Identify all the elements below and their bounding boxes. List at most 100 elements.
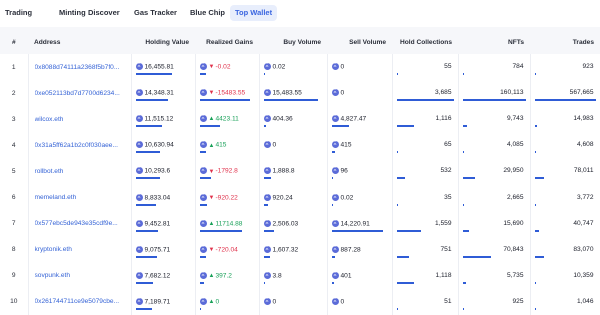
arrow-up-icon: ▲ (208, 220, 215, 227)
col-realized-gains[interactable]: Realized Gains (195, 31, 259, 54)
table-row[interactable]: 1 0x8088d74111a2368f5b7f0... Ξ 16,455.81 Ξ ▼-… (0, 54, 600, 81)
realized-gain: Ξ ▲415 (199, 141, 227, 149)
wallet-address-link[interactable]: wilcox.eth (35, 116, 127, 123)
row-index: 5 (0, 158, 29, 185)
sell-volume: Ξ0 (331, 297, 345, 306)
table-row[interactable]: 9 sovpunk.eth Ξ 7,682.12 Ξ ▲397.2 Ξ 3.8 Ξ 401 1,11… (0, 262, 600, 289)
buy-volume: Ξ0 (263, 297, 277, 306)
arrow-up-icon: ▲ (208, 116, 215, 123)
nfts-count: 5,735 (506, 271, 524, 279)
hold-collections: 35 (444, 193, 452, 201)
buy-volume: Ξ 15,483.55 (263, 89, 302, 97)
tab-discover[interactable]: Discover (83, 5, 125, 21)
wallet-address-link[interactable]: kryptonik.eth (35, 246, 127, 253)
arrow-up-icon: ▲ (208, 299, 215, 306)
hold-collections: 1,116 (435, 115, 452, 123)
nfts-count: 4,085 (506, 141, 524, 149)
buy-bar (263, 125, 266, 128)
col-trades[interactable]: Trades (530, 31, 600, 54)
table-row[interactable]: 2 0xe052113bd7d7700d6234... Ξ 14,348.31 Ξ ▼-1… (0, 80, 600, 107)
table-row[interactable]: 8 kryptonik.eth Ξ 9,075.71 Ξ ▼-720.04 Ξ 1,607.3… (0, 236, 600, 263)
table-row[interactable]: 3 wilcox.eth Ξ 11,515.12 Ξ ▲4423.11 Ξ 404.36 Ξ 4,… (0, 106, 600, 133)
col-holding-value[interactable]: Holding Value (131, 31, 195, 54)
nfts-bar (462, 229, 469, 232)
wallet-address-link[interactable]: 0x8088d74111a2368f5b7f0... (35, 64, 127, 71)
hold-collections: 3,685 (434, 89, 452, 97)
wallet-address-link[interactable]: 0x31a5ff62a1b2c0f030aee... (35, 142, 127, 149)
tab-top-wallet[interactable]: Top Wallet (230, 5, 278, 21)
hold-bar (396, 203, 398, 206)
hold-bar (396, 229, 421, 232)
eth-icon: Ξ (199, 115, 207, 123)
sell-volume: Ξ 0.02 (331, 193, 354, 201)
realized-gain: Ξ ▲0 (199, 297, 220, 306)
trades-count: 83,070 (573, 245, 594, 253)
col-buy-volume[interactable]: Buy Volume (259, 31, 327, 54)
trades-count: 3,772 (576, 193, 594, 201)
trades-bar (534, 229, 539, 232)
nfts-count: 15,690 (503, 219, 524, 227)
hold-collections: 65 (444, 141, 452, 149)
buy-volume: Ξ 3.8 (263, 271, 282, 280)
eth-icon: Ξ (263, 141, 271, 149)
tab-gas-tracker[interactable]: Gas Tracker (129, 5, 182, 21)
hold-bar (396, 255, 409, 258)
buy-bar (263, 203, 268, 206)
eth-icon: Ξ (331, 193, 339, 201)
nfts-count: 160,113 (500, 89, 524, 97)
table-row[interactable]: 6 memeland.eth Ξ 8,833.04 Ξ ▼-920.22 Ξ 920.24 Ξ 0… (0, 184, 600, 211)
hold-bar (396, 99, 454, 102)
wallet-address-link[interactable]: memeland.eth (35, 194, 127, 201)
sell-volume: Ξ 4,827.47 (331, 115, 367, 123)
row-index: 8 (0, 236, 29, 263)
nfts-count: 9,743 (506, 115, 524, 123)
col-nfts[interactable]: NFTs (458, 31, 530, 54)
table-row[interactable]: 7 0x577ebc5de943e35cdf9e... Ξ 9,452.81 Ξ ▲117… (0, 210, 600, 237)
col-sell-volume[interactable]: Sell Volume (327, 31, 392, 54)
trades-bar (534, 281, 536, 284)
sell-bar (331, 229, 383, 232)
eth-icon: Ξ (331, 89, 339, 97)
col-index: # (12, 39, 16, 46)
wallet-address-link[interactable]: rollbot.eth (35, 168, 127, 175)
col-hold-collections[interactable]: Hold Collections (392, 31, 458, 54)
tab-trading[interactable]: Trading (0, 5, 37, 21)
nfts-bar (462, 73, 464, 76)
wallet-address-link[interactable]: 0x577ebc5de943e35cdf9e... (35, 220, 127, 227)
sell-volume: Ξ 96 (331, 167, 348, 175)
wallet-address-link[interactable]: 0x261744711ce9e5079cbe... (35, 298, 127, 305)
eth-icon: Ξ (263, 297, 271, 305)
holding-value: Ξ 7,682.12 (135, 271, 171, 280)
arrow-down-icon: ▼ (208, 90, 215, 97)
holding-bar (135, 73, 172, 76)
sell-volume: Ξ 14,220.91 (331, 219, 370, 227)
eth-icon: Ξ (263, 219, 271, 227)
sell-volume: Ξ 401 (331, 271, 352, 280)
realized-gain: Ξ ▼-720.04 (199, 245, 238, 253)
trades-bar (534, 99, 596, 102)
eth-icon: Ξ (199, 271, 207, 279)
col-address[interactable]: Address (28, 31, 131, 54)
eth-icon: Ξ (263, 271, 271, 279)
holding-bar (135, 151, 160, 154)
eth-icon: Ξ (263, 193, 271, 201)
eth-icon: Ξ (135, 141, 143, 149)
eth-icon: Ξ (331, 219, 339, 227)
tab-blue-chip[interactable]: Blue Chip (185, 5, 230, 21)
table-row[interactable]: 5 rollbot.eth Ξ 10,293.6 Ξ ▼-1792.8 Ξ 1,888.8 Ξ 9… (0, 158, 600, 185)
wallet-address-link[interactable]: sovpunk.eth (35, 272, 127, 279)
hold-bar (396, 151, 398, 154)
sell-volume: Ξ0 (331, 63, 345, 71)
holding-value: Ξ 7,189.71 (135, 297, 171, 306)
nfts-bar (462, 255, 491, 258)
trades-count: 14,983 (573, 115, 594, 123)
wallet-address-link[interactable]: 0xe052113bd7d7700d6234... (35, 90, 127, 97)
table-row[interactable]: 4 0x31a5ff62a1b2c0f030aee... Ξ 10,630.94 Ξ ▲4… (0, 132, 600, 159)
hold-bar (396, 125, 414, 128)
eth-icon: Ξ (263, 167, 271, 175)
nfts-count: 29,950 (503, 167, 524, 175)
table-row[interactable]: 10 0x261744711ce9e5079cbe... Ξ 7,189.71 Ξ ▲0 Ξ… (0, 288, 600, 315)
gain-bar (199, 281, 204, 284)
gain-bar (199, 203, 207, 206)
nfts-count: 2,665 (506, 193, 524, 201)
